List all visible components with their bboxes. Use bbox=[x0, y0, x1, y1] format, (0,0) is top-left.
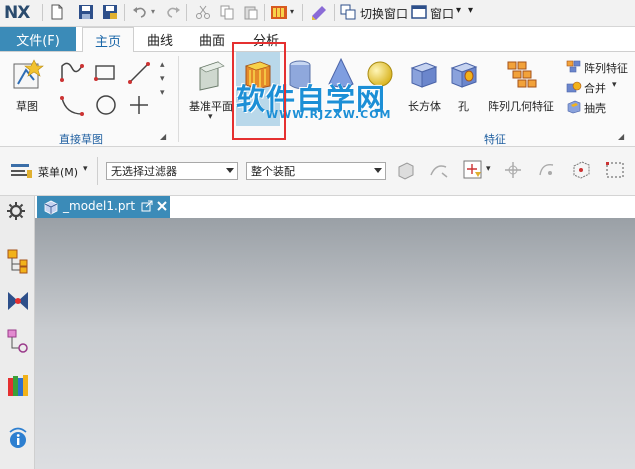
feature-dropdown-icon[interactable]: ▾ bbox=[290, 7, 294, 16]
switch-window-icon[interactable] bbox=[339, 3, 357, 21]
menu-dropdown-icon[interactable]: ▾ bbox=[83, 164, 88, 174]
new-file-icon[interactable] bbox=[48, 3, 66, 21]
sketch-icon[interactable] bbox=[10, 58, 46, 92]
chevron-down-icon bbox=[226, 168, 234, 173]
close-tab-icon[interactable] bbox=[156, 200, 168, 212]
extrude-highlight-box bbox=[232, 42, 286, 140]
point-icon[interactable] bbox=[126, 92, 152, 118]
toolbar-separator bbox=[264, 4, 265, 21]
block-icon[interactable] bbox=[408, 58, 440, 90]
tab-surface[interactable]: 曲面 bbox=[190, 27, 234, 51]
info-history-icon[interactable] bbox=[6, 426, 30, 450]
group-separator bbox=[178, 56, 179, 142]
tab-curve[interactable]: 曲线 bbox=[138, 27, 182, 51]
chevron-down-icon bbox=[374, 168, 382, 173]
toolbar-separator bbox=[302, 4, 303, 21]
nx-logo: NX bbox=[4, 3, 30, 23]
toolbar-separator bbox=[186, 4, 187, 21]
selection-filter-value: 无选择过滤器 bbox=[111, 165, 177, 178]
feature-group-options-icon[interactable]: ◢ bbox=[618, 132, 624, 141]
curve-rule-icon[interactable] bbox=[428, 159, 450, 181]
undo-dropdown-icon[interactable]: ▾ bbox=[151, 7, 155, 16]
assembly-scope-select[interactable]: 整个装配 bbox=[246, 162, 386, 180]
pattern-feature-icon[interactable] bbox=[566, 60, 582, 74]
pattern-geometry-label[interactable]: 阵列几何特征 bbox=[488, 98, 554, 114]
sketch-label[interactable]: 草图 bbox=[16, 98, 38, 114]
pattern-feature-label[interactable]: 阵列特征 bbox=[584, 60, 628, 76]
rectangle-select-icon[interactable] bbox=[604, 159, 626, 181]
menu-icon[interactable] bbox=[10, 162, 34, 180]
save-icon[interactable] bbox=[77, 3, 95, 21]
tab-home[interactable]: 主页 bbox=[82, 27, 134, 53]
window-dropdown-icon[interactable]: ▾ bbox=[456, 5, 461, 16]
hole-icon[interactable] bbox=[448, 58, 480, 90]
feature-book-icon[interactable] bbox=[270, 3, 288, 21]
group-options-icon[interactable]: ◢ bbox=[160, 132, 166, 141]
tab-file[interactable]: 文件(F) bbox=[0, 27, 76, 51]
sketch-gallery-scroll-icon[interactable]: ▴ ▾ ▾ bbox=[160, 58, 165, 100]
touch-mode-icon[interactable] bbox=[310, 3, 328, 21]
view-orient-icon[interactable] bbox=[570, 159, 592, 181]
line-icon[interactable] bbox=[126, 60, 152, 86]
constraint-navigator-icon[interactable] bbox=[6, 288, 30, 314]
graphics-viewport[interactable] bbox=[35, 218, 635, 469]
qat-customize-icon[interactable]: ▾ bbox=[468, 5, 473, 16]
datum-plane-dropdown-icon[interactable]: ▾ bbox=[208, 112, 213, 122]
snap-point-icon[interactable] bbox=[462, 159, 484, 181]
toolbar-separator bbox=[97, 157, 98, 185]
switch-window-label[interactable]: 切换窗口 bbox=[360, 5, 408, 22]
profile-icon[interactable] bbox=[58, 60, 88, 86]
assembly-scope-value: 整个装配 bbox=[251, 165, 295, 178]
copy-icon[interactable] bbox=[218, 3, 236, 21]
point-constructor-icon[interactable] bbox=[502, 159, 524, 181]
feature-group-label: 特征 bbox=[484, 133, 506, 146]
rectangle-icon[interactable] bbox=[93, 62, 119, 84]
shell-icon[interactable] bbox=[566, 100, 582, 114]
arc-icon[interactable] bbox=[58, 92, 88, 118]
menu-button[interactable]: 菜单(M) bbox=[38, 164, 78, 180]
document-tab[interactable]: _model1.prt bbox=[37, 196, 170, 218]
circle-icon[interactable] bbox=[93, 92, 119, 118]
selection-bar: 菜单(M) ▾ 无选择过滤器 整个装配 ▾ bbox=[0, 147, 635, 196]
shell-label[interactable]: 抽壳 bbox=[584, 100, 606, 116]
undo-icon[interactable] bbox=[131, 3, 149, 21]
settings-gear-icon[interactable] bbox=[6, 201, 26, 221]
merge-icon[interactable] bbox=[566, 80, 582, 94]
undock-icon[interactable] bbox=[141, 200, 153, 212]
hole-label[interactable]: 孔 bbox=[458, 98, 469, 114]
window-icon[interactable] bbox=[410, 3, 428, 21]
direct-sketch-group-label: 直接草图 bbox=[59, 133, 103, 146]
quick-access-toolbar: NX ▾ ▾ 切换窗口 窗口 ▾ ▾ bbox=[0, 0, 635, 27]
arc-center-icon[interactable] bbox=[536, 159, 558, 181]
window-menu-label[interactable]: 窗口 bbox=[430, 5, 454, 22]
block-label[interactable]: 长方体 bbox=[408, 98, 441, 114]
toolbar-separator bbox=[124, 4, 125, 21]
toolbar-separator bbox=[334, 4, 335, 21]
merge-label[interactable]: 合并 bbox=[584, 80, 606, 96]
redo-icon[interactable] bbox=[164, 3, 182, 21]
merge-dropdown-icon[interactable]: ▾ bbox=[612, 80, 617, 90]
ribbon-tab-bar: 文件(F) 主页 曲线 曲面 分析 bbox=[0, 27, 635, 53]
part-file-icon bbox=[43, 199, 59, 215]
resource-bar bbox=[0, 196, 35, 469]
save-all-icon[interactable] bbox=[101, 3, 119, 21]
paste-icon[interactable] bbox=[242, 3, 260, 21]
cut-icon[interactable] bbox=[194, 3, 212, 21]
toolbar-separator bbox=[42, 4, 43, 21]
part-navigator-icon[interactable] bbox=[6, 328, 30, 354]
document-tab-title: _model1.prt bbox=[63, 199, 136, 213]
datum-plane-icon[interactable] bbox=[196, 58, 228, 92]
assembly-navigator-icon[interactable] bbox=[6, 248, 30, 274]
face-rule-icon[interactable] bbox=[395, 159, 417, 181]
reuse-library-icon[interactable] bbox=[6, 372, 30, 398]
pattern-geometry-icon[interactable] bbox=[504, 58, 538, 90]
snap-dropdown-icon[interactable]: ▾ bbox=[486, 164, 491, 174]
selection-filter-select[interactable]: 无选择过滤器 bbox=[106, 162, 238, 180]
